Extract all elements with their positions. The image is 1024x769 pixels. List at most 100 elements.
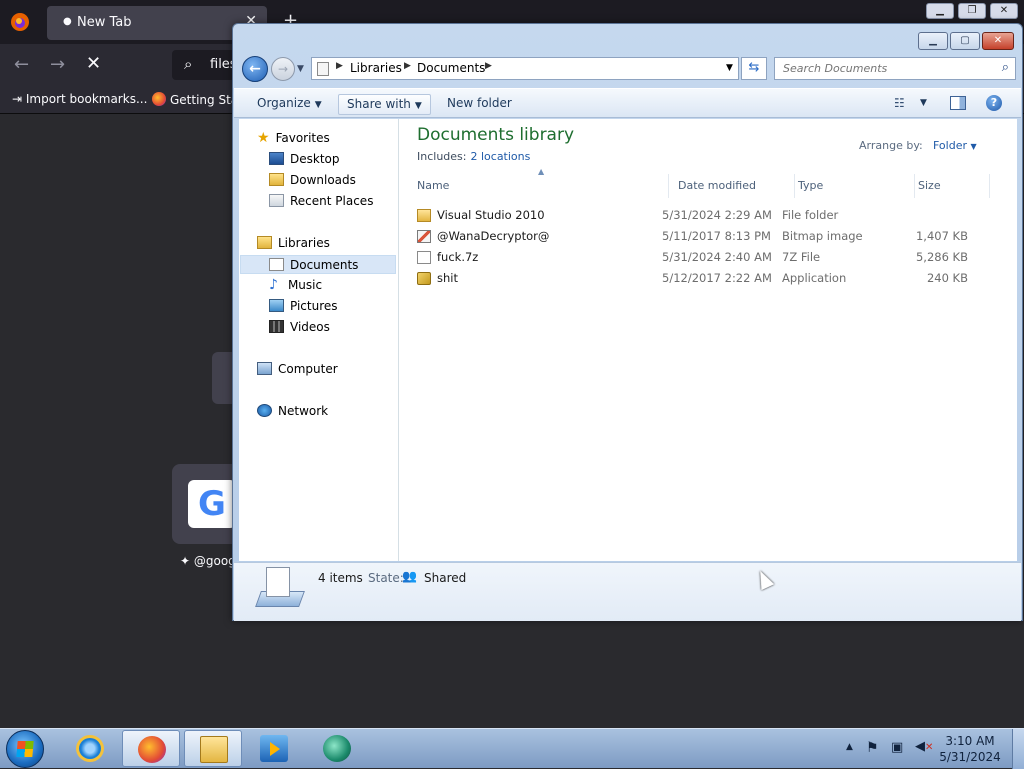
column-header-type[interactable]: Type (795, 174, 915, 198)
tab-loading-dot-icon: ● (63, 16, 72, 27)
taskbar-internet-explorer[interactable] (61, 730, 119, 767)
network-icon (257, 404, 272, 417)
forward-arrow-icon[interactable]: → (50, 54, 65, 75)
nav-desktop[interactable]: Desktop (269, 150, 340, 169)
taskbar-windows-explorer[interactable] (184, 730, 242, 767)
chevron-down-icon: ▼ (314, 100, 322, 110)
file-row[interactable]: @WanaDecryptor@ 5/11/2017 8:13 PM Bitmap… (414, 226, 994, 247)
firefox-close-button[interactable]: ✕ (990, 3, 1018, 19)
pictures-icon (269, 299, 284, 312)
address-history-dropdown-icon[interactable]: ▼ (720, 57, 739, 80)
maximize-button[interactable]: ▢ (950, 32, 980, 50)
tab-title: New Tab (77, 15, 132, 30)
file-row[interactable]: shit 5/12/2017 2:22 AM Application 240 K… (414, 268, 994, 289)
firefox-minimize-button[interactable]: ▁ (926, 3, 954, 19)
libraries-icon (257, 236, 272, 249)
nav-computer[interactable]: Computer (257, 360, 338, 379)
music-icon: ♪ (269, 277, 278, 293)
file-date: 5/31/2024 2:40 AM (662, 250, 772, 264)
stop-loading-icon[interactable]: ✕ (86, 53, 101, 74)
clock-date: 5/31/2024 (939, 750, 1001, 764)
column-header-size[interactable]: Size (915, 174, 990, 198)
file-size: 1,407 KB (915, 229, 968, 243)
recent-pages-dropdown-icon[interactable]: ▼ (297, 64, 304, 74)
start-button[interactable] (6, 730, 44, 768)
breadcrumb-libraries[interactable]: Libraries (350, 61, 402, 75)
taskbar-media-player[interactable] (245, 730, 303, 767)
file-icon (417, 251, 431, 264)
nav-music[interactable]: ♪ Music (269, 276, 322, 295)
breadcrumb-documents[interactable]: Documents (417, 61, 485, 75)
organize-button[interactable]: Organize ▼ (249, 94, 330, 115)
file-row[interactable]: Visual Studio 2010 5/31/2024 2:29 AM Fil… (414, 205, 994, 226)
chevron-down-icon: ▼ (970, 142, 977, 151)
bitmap-icon (417, 230, 431, 243)
breadcrumb-separator-icon[interactable]: ▶ (485, 61, 492, 71)
share-with-button[interactable]: Share with ▼ (338, 94, 431, 115)
file-type: Bitmap image (782, 229, 863, 243)
details-pane: 4 items State: 👥 Shared (234, 562, 1021, 621)
star-icon: ★ (257, 130, 270, 146)
file-size: 5,286 KB (915, 250, 968, 264)
breadcrumb-separator-icon[interactable]: ▶ (404, 61, 411, 71)
file-size: 240 KB (926, 271, 968, 285)
nav-downloads[interactable]: Downloads (269, 171, 356, 190)
firefox-icon (138, 736, 166, 763)
shared-users-icon: 👥 (402, 569, 417, 583)
file-row[interactable]: fuck.7z 5/31/2024 2:40 AM 7Z File 5,286 … (414, 247, 994, 268)
nav-pictures[interactable]: Pictures (269, 297, 338, 316)
nav-favorites[interactable]: ★ Favorites (257, 129, 330, 148)
action-center-flag-icon[interactable]: ⚑ (866, 740, 879, 756)
volume-muted-icon[interactable]: ◀✕ (915, 739, 933, 754)
address-bar[interactable]: ▶ Libraries ▶ Documents ▶ (311, 57, 739, 80)
column-header-name[interactable]: Name (414, 174, 669, 198)
search-box[interactable]: ⌕ (774, 57, 1016, 80)
import-bookmarks-item[interactable]: ⇥ Import bookmarks... (12, 92, 147, 106)
internet-explorer-icon (76, 735, 104, 762)
preview-pane-icon[interactable] (950, 96, 966, 110)
new-folder-button[interactable]: New folder (439, 94, 520, 115)
nav-documents[interactable]: Documents (240, 255, 396, 274)
taskbar-app[interactable] (308, 730, 366, 767)
chevron-down-icon: ▼ (414, 101, 422, 111)
navigation-pane: ★ Favorites Desktop Downloads Recent Plac… (239, 119, 399, 561)
getting-started-bookmark[interactable]: Getting Star (152, 92, 243, 107)
file-date: 5/31/2024 2:29 AM (662, 208, 772, 222)
taskbar-firefox[interactable] (122, 730, 180, 767)
breadcrumb-separator-icon[interactable]: ▶ (336, 61, 343, 71)
firefox-restore-button[interactable]: ❐ (958, 3, 986, 19)
close-button[interactable]: ✕ (982, 32, 1014, 50)
clock[interactable]: 3:10 AM 5/31/2024 (934, 733, 1006, 765)
nav-videos[interactable]: Videos (269, 318, 330, 337)
show-hidden-icons-icon[interactable]: ▲ (846, 742, 853, 752)
forward-button[interactable]: → (271, 57, 295, 81)
column-header-date-modified[interactable]: Date modified (675, 174, 795, 198)
nav-network[interactable]: Network (257, 402, 328, 421)
back-button[interactable]: ← (242, 56, 268, 82)
search-input[interactable] (781, 61, 981, 76)
views-dropdown-icon[interactable]: ▼ (920, 98, 927, 108)
state-value: Shared (424, 571, 467, 585)
arrange-by-dropdown[interactable]: Folder ▼ (933, 139, 977, 152)
nav-libraries[interactable]: Libraries (257, 234, 330, 253)
network-tray-icon[interactable]: ▣ (891, 740, 903, 755)
search-icon[interactable]: ⌕ (1002, 60, 1009, 75)
app-icon (323, 735, 351, 762)
change-view-icon[interactable]: ☷ (894, 96, 905, 110)
firefox-logo-icon[interactable] (10, 12, 30, 32)
file-name: @WanaDecryptor@ (437, 229, 550, 243)
file-name: shit (437, 271, 458, 285)
minimize-button[interactable]: ▁ (918, 32, 948, 50)
library-title: Documents library (417, 125, 575, 145)
refresh-button[interactable]: ⇆ (741, 57, 767, 80)
state-label: State: (368, 571, 404, 585)
locations-link[interactable]: 2 locations (470, 150, 530, 163)
nav-recent-places[interactable]: Recent Places (269, 192, 373, 211)
file-name: Visual Studio 2010 (437, 208, 545, 222)
help-icon[interactable]: ? (986, 95, 1002, 111)
folder-icon (200, 736, 228, 763)
desktop-icon (269, 152, 284, 165)
show-desktop-button[interactable] (1012, 729, 1024, 769)
documents-icon (269, 258, 284, 271)
back-arrow-icon[interactable]: ← (14, 54, 29, 75)
